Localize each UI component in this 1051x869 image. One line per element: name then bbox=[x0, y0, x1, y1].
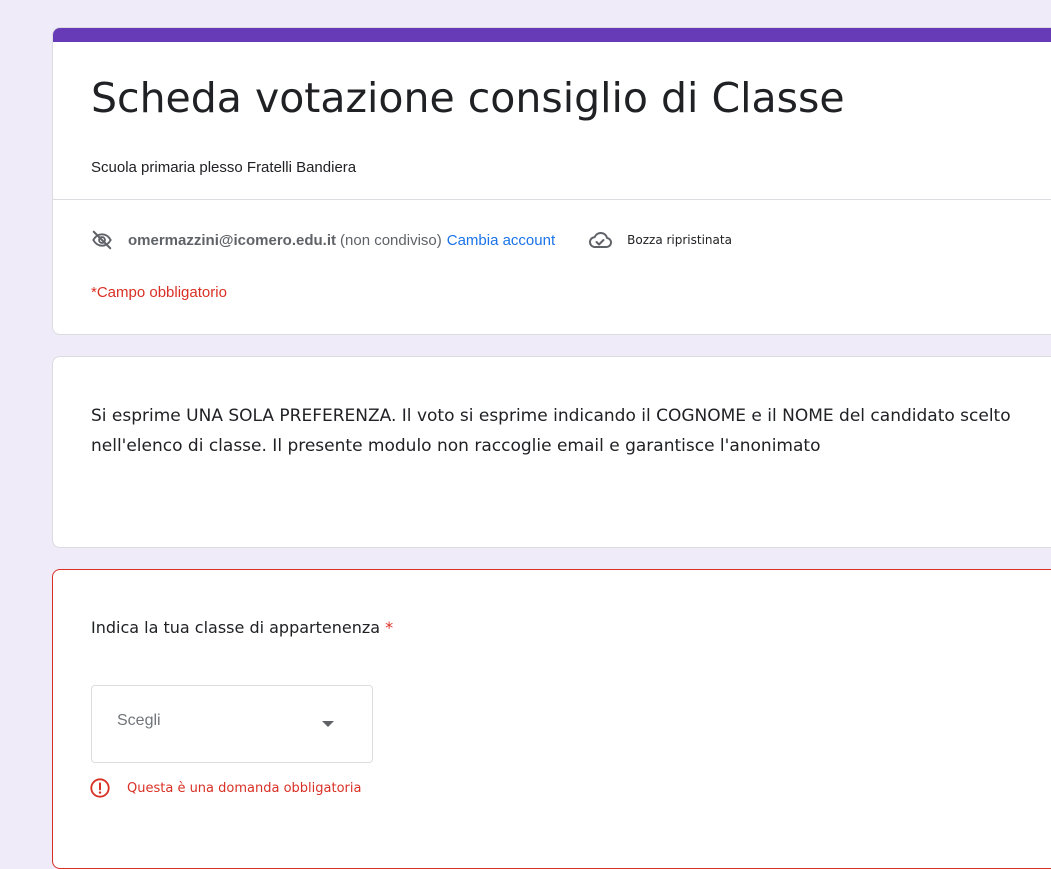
eye-off-icon bbox=[92, 230, 112, 250]
class-select-dropdown[interactable]: Scegli bbox=[91, 685, 373, 763]
form-title: Scheda votazione consiglio di Classe bbox=[91, 74, 845, 122]
form-subtitle: Scuola primaria plesso Fratelli Bandiera bbox=[91, 159, 357, 176]
switch-account-link[interactable]: Cambia account bbox=[447, 232, 555, 249]
description-card: Si esprime UNA SOLA PREFERENZA. Il voto … bbox=[52, 356, 1051, 548]
required-asterisk: * bbox=[385, 618, 394, 637]
error-message: Questa è una domanda obbligatoria bbox=[127, 780, 362, 796]
account-sharing-status: (non condiviso) bbox=[340, 231, 442, 249]
cloud-check-icon bbox=[589, 231, 613, 248]
select-placeholder: Scegli bbox=[117, 712, 161, 729]
error-icon bbox=[90, 778, 110, 798]
question-text: Indica la tua classe di appartenenza bbox=[91, 618, 381, 637]
question-card: Indica la tua classe di appartenenza * S… bbox=[52, 569, 1051, 869]
accent-bar bbox=[53, 28, 1051, 42]
header-divider bbox=[53, 199, 1051, 200]
required-field-note: *Campo obbligatorio bbox=[91, 284, 227, 301]
form-description: Si esprime UNA SOLA PREFERENZA. Il voto … bbox=[91, 406, 1011, 456]
question-label: Indica la tua classe di appartenenza * bbox=[91, 618, 393, 637]
form-header-card: Scheda votazione consiglio di Classe Scu… bbox=[52, 27, 1051, 335]
account-row: omermazzini@icomero.edu.it (non condivis… bbox=[91, 228, 732, 252]
draft-status: Bozza ripristinata bbox=[627, 233, 732, 247]
dropdown-arrow-icon bbox=[322, 721, 334, 727]
validation-error: Questa è una domanda obbligatoria bbox=[89, 776, 361, 800]
account-email: omermazzini@icomero.edu.it bbox=[128, 231, 337, 249]
